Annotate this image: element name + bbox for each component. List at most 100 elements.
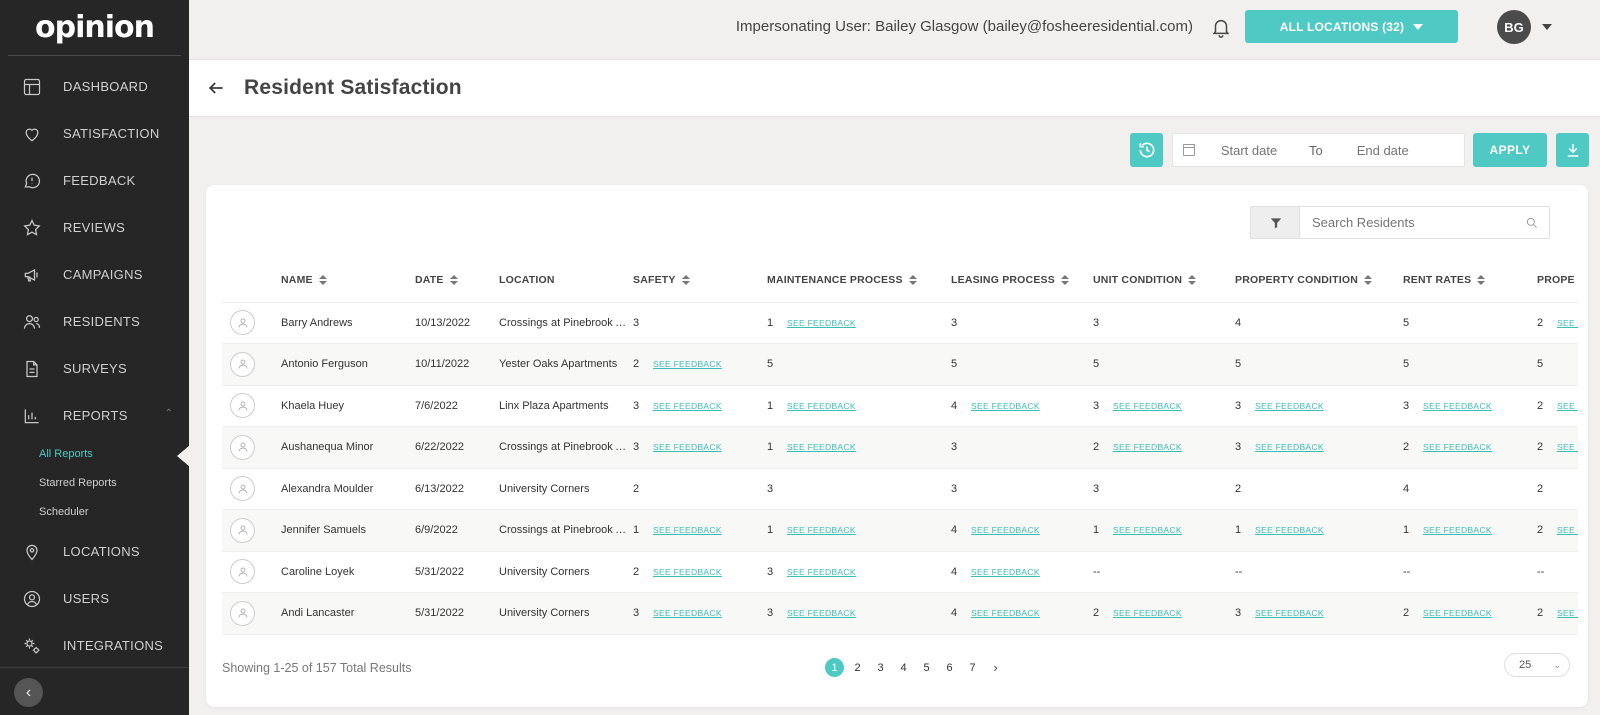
- see-feedback-link[interactable]: SEE FEEDBACK: [653, 442, 722, 452]
- sort-icon[interactable]: [1060, 274, 1069, 286]
- next-page-icon[interactable]: ›: [986, 658, 1005, 677]
- sort-icon[interactable]: [1188, 274, 1197, 286]
- see-feedback-link[interactable]: SEE FEEDBACK: [787, 401, 856, 411]
- search-input[interactable]: [1300, 215, 1525, 230]
- see-feedback-link[interactable]: SEE FEEDBACK: [1557, 401, 1578, 411]
- table-row[interactable]: Caroline Loyek 5/31/2022 University Corner…: [222, 551, 1578, 593]
- see-feedback-link[interactable]: SEE FEEDBACK: [653, 359, 722, 369]
- see-feedback-link[interactable]: SEE FEEDBACK: [971, 608, 1040, 618]
- see-feedback-link[interactable]: SEE FEEDBACK: [787, 525, 856, 535]
- sort-icon[interactable]: [449, 274, 458, 286]
- see-feedback-link[interactable]: SEE FEEDBACK: [1255, 525, 1324, 535]
- page-5-button[interactable]: 5: [917, 658, 936, 677]
- column-header[interactable]: NAME: [281, 259, 415, 303]
- sidebar-item-reports[interactable]: REPORTS ⌃: [0, 392, 189, 439]
- see-feedback-link[interactable]: SEE FEEDBACK: [1557, 608, 1578, 618]
- download-button[interactable]: [1556, 133, 1589, 167]
- see-feedback-link[interactable]: SEE FEEDBACK: [1113, 608, 1182, 618]
- sidebar-item-surveys[interactable]: SURVEYS: [0, 345, 189, 392]
- filter-button[interactable]: [1250, 206, 1300, 239]
- page-2-button[interactable]: 2: [848, 658, 867, 677]
- see-feedback-link[interactable]: SEE FEEDBACK: [1423, 401, 1492, 411]
- table-row[interactable]: Alexandra Moulder 6/13/2022 University Cor…: [222, 468, 1578, 510]
- user-icon[interactable]: [230, 517, 255, 543]
- reset-date-button[interactable]: [1130, 133, 1163, 167]
- apply-button[interactable]: APPLY: [1473, 133, 1547, 167]
- see-feedback-link[interactable]: SEE FEEDBACK: [787, 567, 856, 577]
- sidebar-item-residents[interactable]: RESIDENTS: [0, 298, 189, 345]
- user-icon[interactable]: [230, 351, 255, 377]
- column-header[interactable]: SAFETY: [633, 259, 767, 303]
- see-feedback-link[interactable]: SEE FEEDBACK: [1557, 525, 1578, 535]
- page-3-button[interactable]: 3: [871, 658, 890, 677]
- search-icon[interactable]: [1525, 216, 1539, 230]
- see-feedback-link[interactable]: SEE FEEDBACK: [971, 567, 1040, 577]
- see-feedback-link[interactable]: SEE FEEDBACK: [971, 401, 1040, 411]
- sort-icon[interactable]: [681, 274, 690, 286]
- sort-icon[interactable]: [1364, 274, 1373, 286]
- table-row[interactable]: Khaela Huey 7/6/2022 Linx Plaza Apartments…: [222, 385, 1578, 427]
- bell-icon[interactable]: [1210, 16, 1232, 38]
- user-icon[interactable]: [230, 393, 255, 419]
- back-arrow-icon[interactable]: [206, 78, 226, 98]
- page-1-button[interactable]: 1: [825, 658, 844, 677]
- sidebar-item-users[interactable]: USERS: [0, 575, 189, 622]
- page-size-select[interactable]: 25 ⌄: [1504, 653, 1570, 677]
- table-row[interactable]: Andi Lancaster 5/31/2022 University Corner…: [222, 592, 1578, 635]
- sidebar-item-dashboard[interactable]: DASHBOARD: [0, 63, 189, 110]
- see-feedback-link[interactable]: SEE FEEDBACK: [653, 567, 722, 577]
- start-date-input[interactable]: [1195, 142, 1303, 158]
- user-icon[interactable]: [230, 310, 255, 336]
- table-row[interactable]: Aushanequa Minor 6/22/2022 Crossings at Pi…: [222, 426, 1578, 469]
- sort-icon[interactable]: [318, 274, 327, 286]
- sidebar-item-reviews[interactable]: REVIEWS: [0, 204, 189, 251]
- column-header[interactable]: DATE: [415, 259, 499, 303]
- column-header[interactable]: PROPERTY CONDITION: [1235, 259, 1403, 303]
- sidebar-item-integrations[interactable]: INTEGRATIONS: [0, 622, 189, 669]
- subnav-item-all-reports[interactable]: All Reports: [0, 439, 190, 468]
- end-date-input[interactable]: [1328, 142, 1437, 158]
- subnav-item-scheduler[interactable]: Scheduler: [0, 497, 189, 526]
- user-icon[interactable]: [230, 600, 255, 626]
- see-feedback-link[interactable]: SEE FEEDBACK: [1255, 401, 1324, 411]
- column-header[interactable]: MAINTENANCE PROCESS: [767, 259, 951, 303]
- sidebar-item-campaigns[interactable]: CAMPAIGNS: [0, 251, 189, 298]
- see-feedback-link[interactable]: SEE FEEDBACK: [787, 608, 856, 618]
- see-feedback-link[interactable]: SEE FEEDBACK: [1557, 318, 1578, 328]
- see-feedback-link[interactable]: SEE FEEDBACK: [971, 525, 1040, 535]
- sort-icon[interactable]: [908, 274, 917, 286]
- all-locations-button[interactable]: ALL LOCATIONS (32): [1245, 10, 1458, 43]
- see-feedback-link[interactable]: SEE FEEDBACK: [1423, 608, 1492, 618]
- page-4-button[interactable]: 4: [894, 658, 913, 677]
- column-header[interactable]: UNIT CONDITION: [1093, 259, 1235, 303]
- see-feedback-link[interactable]: SEE FEEDBACK: [1113, 442, 1182, 452]
- subnav-item-starred-reports[interactable]: Starred Reports: [0, 468, 189, 497]
- table-row[interactable]: Jennifer Samuels 6/9/2022 Crossings at Pin…: [222, 509, 1578, 552]
- user-icon[interactable]: [230, 434, 255, 460]
- see-feedback-link[interactable]: SEE FEEDBACK: [787, 442, 856, 452]
- table-row[interactable]: Barry Andrews 10/13/2022 Crossings at Pine…: [222, 302, 1578, 344]
- see-feedback-link[interactable]: SEE FEEDBACK: [1423, 442, 1492, 452]
- collapse-sidebar-button[interactable]: ‹: [14, 678, 43, 707]
- user-icon[interactable]: [230, 476, 255, 502]
- sort-icon[interactable]: [1477, 274, 1486, 286]
- column-header[interactable]: RENT RATES: [1403, 259, 1537, 303]
- see-feedback-link[interactable]: SEE FEEDBACK: [1255, 442, 1324, 452]
- table-container[interactable]: NAME DATE LOCATION SAFETY MAINTENANCE PROCES…: [222, 259, 1578, 639]
- see-feedback-link[interactable]: SEE FEEDBACK: [653, 401, 722, 411]
- see-feedback-link[interactable]: SEE FEEDBACK: [653, 525, 722, 535]
- see-feedback-link[interactable]: SEE FEEDBACK: [1113, 401, 1182, 411]
- see-feedback-link[interactable]: SEE FEEDBACK: [1255, 608, 1324, 618]
- user-menu-caret-icon[interactable]: [1542, 24, 1552, 30]
- see-feedback-link[interactable]: SEE FEEDBACK: [1113, 525, 1182, 535]
- user-icon[interactable]: [230, 559, 255, 585]
- avatar[interactable]: BG: [1497, 10, 1531, 44]
- column-header[interactable]: LEASING PROCESS: [951, 259, 1093, 303]
- sidebar-item-locations[interactable]: LOCATIONS: [0, 528, 189, 575]
- see-feedback-link[interactable]: SEE FEEDBACK: [1557, 442, 1578, 452]
- logo[interactable]: opinion: [8, 0, 181, 56]
- sidebar-item-satisfaction[interactable]: SATISFACTION: [0, 110, 189, 157]
- sidebar-item-feedback[interactable]: FEEDBACK: [0, 157, 189, 204]
- page-6-button[interactable]: 6: [940, 658, 959, 677]
- see-feedback-link[interactable]: SEE FEEDBACK: [653, 608, 722, 618]
